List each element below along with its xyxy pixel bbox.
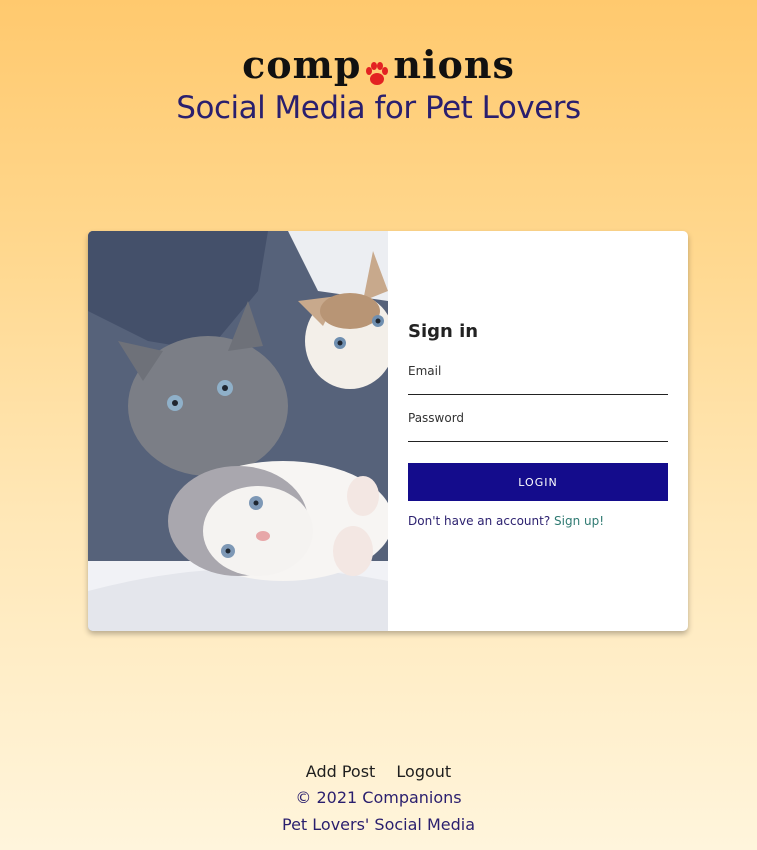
signup-prompt: Don't have an account? Sign up! <box>408 514 604 528</box>
logo-text-right: nions <box>393 42 515 87</box>
logo-text-left: comp <box>242 42 362 87</box>
signin-card: Sign in Email Password LOGIN Don't have … <box>88 231 688 631</box>
email-field[interactable]: Email <box>408 362 672 395</box>
footer: Add Post Logout © 2021 Companions Pet Lo… <box>0 760 757 838</box>
signin-title: Sign in <box>408 321 479 342</box>
signin-form: Sign in Email Password LOGIN Don't have … <box>388 231 688 631</box>
paw-icon <box>362 53 392 85</box>
footer-subtitle: Pet Lovers' Social Media <box>282 815 475 834</box>
logo[interactable]: comp nions <box>242 42 515 88</box>
no-account-text: Don't have an account? <box>408 514 551 528</box>
login-button[interactable]: LOGIN <box>408 463 668 501</box>
header: comp nions Social Media for Pet Lovers <box>0 42 757 128</box>
footer-nav: Add Post Logout <box>0 760 757 784</box>
tagline: Social Media for Pet Lovers <box>176 90 581 126</box>
copyright: © 2021 Companions <box>295 788 462 807</box>
footer-link-logout[interactable]: Logout <box>396 762 451 781</box>
password-field[interactable]: Password <box>408 409 672 442</box>
password-input[interactable] <box>408 423 672 441</box>
email-input[interactable] <box>408 376 672 394</box>
kittens-photo <box>88 231 388 631</box>
signup-link[interactable]: Sign up! <box>554 514 604 528</box>
footer-link-add-post[interactable]: Add Post <box>306 762 376 781</box>
